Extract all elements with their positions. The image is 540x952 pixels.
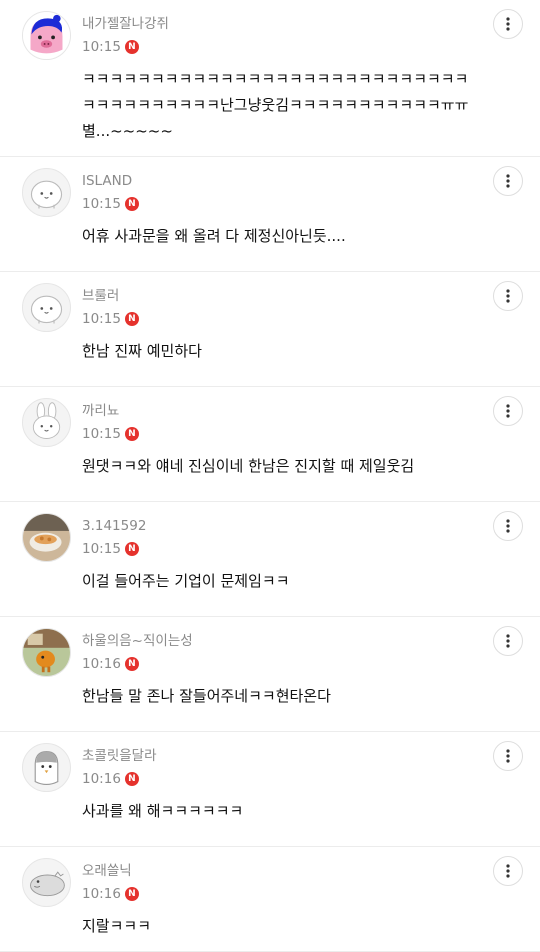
seal-avatar xyxy=(23,859,70,906)
comment-nickname[interactable]: 3.141592 xyxy=(82,515,520,537)
comment-text: 원댓ㅋㅋ와 얘네 진심이네 한남은 진지할 때 제일웃김 xyxy=(82,457,415,475)
comment-time: 10:15 xyxy=(82,426,121,442)
more-options-button[interactable] xyxy=(493,856,523,886)
comment-text: 지랄ㅋㅋㅋ xyxy=(82,917,152,935)
comment-meta: 10:15 N xyxy=(82,193,520,215)
new-badge: N xyxy=(124,542,139,556)
avatar[interactable] xyxy=(22,11,71,60)
more-vertical-icon xyxy=(506,17,510,31)
more-options-button[interactable] xyxy=(493,166,523,196)
comment-text: 어휴 사과문을 왜 올려 다 제정신아닌듯.... xyxy=(82,227,346,245)
comment-nickname[interactable]: 하울의음~직이는성 xyxy=(82,630,520,652)
avatar[interactable] xyxy=(22,743,71,792)
comment-nickname[interactable]: 까리뇨 xyxy=(82,400,520,422)
comment-text: 한남 진짜 예민하다 xyxy=(82,342,202,360)
new-badge: N xyxy=(124,197,139,211)
pink-pig-character-avatar xyxy=(23,12,70,59)
more-options-button[interactable] xyxy=(493,9,523,39)
default-face-avatar xyxy=(23,284,70,331)
more-options-button[interactable] xyxy=(493,281,523,311)
new-badge: N xyxy=(124,427,139,441)
comment-meta: 10:15 N xyxy=(82,423,520,445)
more-vertical-icon xyxy=(506,289,510,303)
avatar[interactable] xyxy=(22,858,71,907)
more-options-button[interactable] xyxy=(493,396,523,426)
new-badge: N xyxy=(124,312,139,326)
more-vertical-icon xyxy=(506,519,510,533)
more-vertical-icon xyxy=(506,749,510,763)
comment-list: 내가젤잘나강쥐 10:15 N ㅋㅋㅋㅋㅋㅋㅋㅋㅋㅋㅋㅋㅋㅋㅋㅋㅋㅋㅋㅋㅋㅋㅋㅋㅋㅋㅋ… xyxy=(0,0,540,952)
comment-time: 10:15 xyxy=(82,196,121,212)
comment-item: 오래쓸닉 10:16 N 지랄ㅋㅋㅋ xyxy=(0,847,540,952)
comment-item: 브룰러 10:15 N 한남 진짜 예민하다 xyxy=(0,272,540,387)
more-vertical-icon xyxy=(506,864,510,878)
comment-nickname[interactable]: 브룰러 xyxy=(82,285,520,307)
comment-meta: 10:15 N xyxy=(82,308,520,330)
comment-text: 한남들 말 존나 잘들어주네ㅋㅋ현타온다 xyxy=(82,687,331,705)
comment-text: 사과를 왜 해ㅋㅋㅋㅋㅋㅋ xyxy=(82,802,244,820)
comment-item: 하울의음~직이는성 10:16 N 한남들 말 존나 잘들어주네ㅋㅋ현타온다 xyxy=(0,617,540,732)
more-vertical-icon xyxy=(506,634,510,648)
food-photo-avatar xyxy=(23,514,70,561)
comment-time: 10:15 xyxy=(82,311,121,327)
comment-nickname[interactable]: 초콜릿을달라 xyxy=(82,745,520,767)
comment-meta: 10:15 N xyxy=(82,538,520,560)
more-options-button[interactable] xyxy=(493,511,523,541)
comment-nickname[interactable]: ISLAND xyxy=(82,170,520,192)
comment-time: 10:15 xyxy=(82,541,121,557)
comment-item: 초콜릿을달라 10:16 N 사과를 왜 해ㅋㅋㅋㅋㅋㅋ xyxy=(0,732,540,847)
comment-meta: 10:16 N xyxy=(82,768,520,790)
new-badge: N xyxy=(124,657,139,671)
new-badge: N xyxy=(124,887,139,901)
avatar[interactable] xyxy=(22,513,71,562)
comment-time: 10:16 xyxy=(82,771,121,787)
comment-time: 10:16 xyxy=(82,886,121,902)
new-badge: N xyxy=(124,40,139,54)
comment-meta: 10:16 N xyxy=(82,653,520,675)
comment-meta: 10:16 N xyxy=(82,883,520,905)
comment-item: 3.141592 10:15 N 이걸 들어주는 기업이 문제임ㅋㅋ xyxy=(0,502,540,617)
new-badge: N xyxy=(124,772,139,786)
comment-item: 까리뇨 10:15 N 원댓ㅋㅋ와 얘네 진심이네 한남은 진지할 때 제일웃김 xyxy=(0,387,540,502)
animation-still-avatar xyxy=(23,629,70,676)
more-options-button[interactable] xyxy=(493,741,523,771)
more-vertical-icon xyxy=(506,404,510,418)
comment-time: 10:15 xyxy=(82,39,121,55)
comment-item: ISLAND 10:15 N 어휴 사과문을 왜 올려 다 제정신아닌듯.... xyxy=(0,157,540,272)
comment-meta: 10:15 N xyxy=(82,36,520,58)
comment-text: ㅋㅋㅋㅋㅋㅋㅋㅋㅋㅋㅋㅋㅋㅋㅋㅋㅋㅋㅋㅋㅋㅋㅋㅋㅋㅋㅋㅋㅋㅋㅋㅋㅋㅋㅋㅋㅋㅋ난그… xyxy=(82,70,469,140)
avatar[interactable] xyxy=(22,398,71,447)
comment-text: 이걸 들어주는 기업이 문제임ㅋㅋ xyxy=(82,572,290,590)
avatar[interactable] xyxy=(22,168,71,217)
more-options-button[interactable] xyxy=(493,626,523,656)
comment-nickname[interactable]: 오래쓸닉 xyxy=(82,860,520,882)
avatar[interactable] xyxy=(22,628,71,677)
comment-time: 10:16 xyxy=(82,656,121,672)
default-face-avatar xyxy=(23,169,70,216)
more-vertical-icon xyxy=(506,174,510,188)
comment-item: 내가젤잘나강쥐 10:15 N ㅋㅋㅋㅋㅋㅋㅋㅋㅋㅋㅋㅋㅋㅋㅋㅋㅋㅋㅋㅋㅋㅋㅋㅋㅋㅋㅋ… xyxy=(0,0,540,157)
bunny-avatar xyxy=(23,399,70,446)
penguin-avatar xyxy=(23,744,70,791)
avatar[interactable] xyxy=(22,283,71,332)
comment-nickname[interactable]: 내가젤잘나강쥐 xyxy=(82,13,520,35)
